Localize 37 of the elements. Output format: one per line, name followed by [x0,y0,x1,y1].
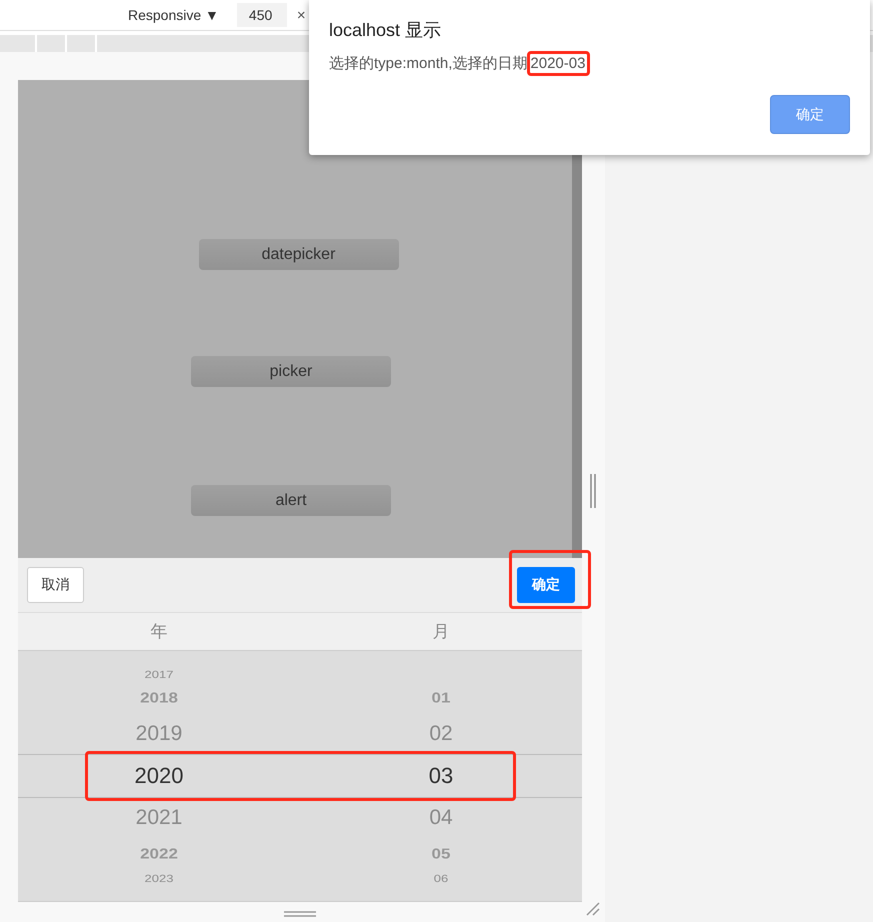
year-option[interactable]: 2021 [136,806,182,830]
year-option[interactable]: 2023 [144,872,174,884]
picker-row[interactable]: 2022 05 [18,838,582,870]
resize-corner-icon[interactable] [586,902,600,916]
column-header: 年 [150,621,168,643]
year-option[interactable]: 2022 [140,846,178,862]
month-option[interactable]: 01 [432,690,450,706]
year-option[interactable]: 2018 [140,690,178,706]
picker-row[interactable]: 2021 04 [18,798,582,838]
dialog-title: localhost 显示 [329,19,442,42]
date-value: 2020-03 [530,55,586,72]
picker-row[interactable]: 2023 06 [18,870,582,886]
dialog-message: 选择的type:month,选择的日期 [329,54,528,73]
month-option[interactable]: 03 [428,763,454,789]
year-option[interactable]: 2017 [144,668,174,680]
resize-grip-icon[interactable] [284,911,316,917]
resize-handle-icon[interactable] [589,474,597,508]
ok-button[interactable]: 确定 [770,95,850,134]
confirm-button[interactable]: 确定 [517,567,575,603]
month-option[interactable]: 05 [432,846,450,862]
month-option[interactable]: 04 [429,806,453,830]
selected-row[interactable]: 2020 03 [18,754,582,798]
year-option[interactable]: 2020 [134,763,184,789]
width-field[interactable]: 450 [236,3,287,27]
picker-row[interactable]: 2017 [18,666,582,682]
year-option[interactable]: 2019 [136,722,182,746]
cancel-button[interactable]: 取消 [27,567,84,603]
device-dropdown[interactable]: Responsive ▼ [128,7,219,23]
page-button[interactable]: alert [191,485,391,516]
close-button[interactable]: × [296,6,306,24]
month-option[interactable]: 06 [434,872,448,884]
page-button[interactable]: picker [191,356,391,387]
page-button[interactable]: datepicker [198,239,398,270]
column-header: 月 [432,621,450,643]
month-option[interactable]: 02 [429,722,453,746]
picker-row[interactable]: 2018 01 [18,682,582,714]
picker-row[interactable]: 2019 02 [18,714,582,754]
